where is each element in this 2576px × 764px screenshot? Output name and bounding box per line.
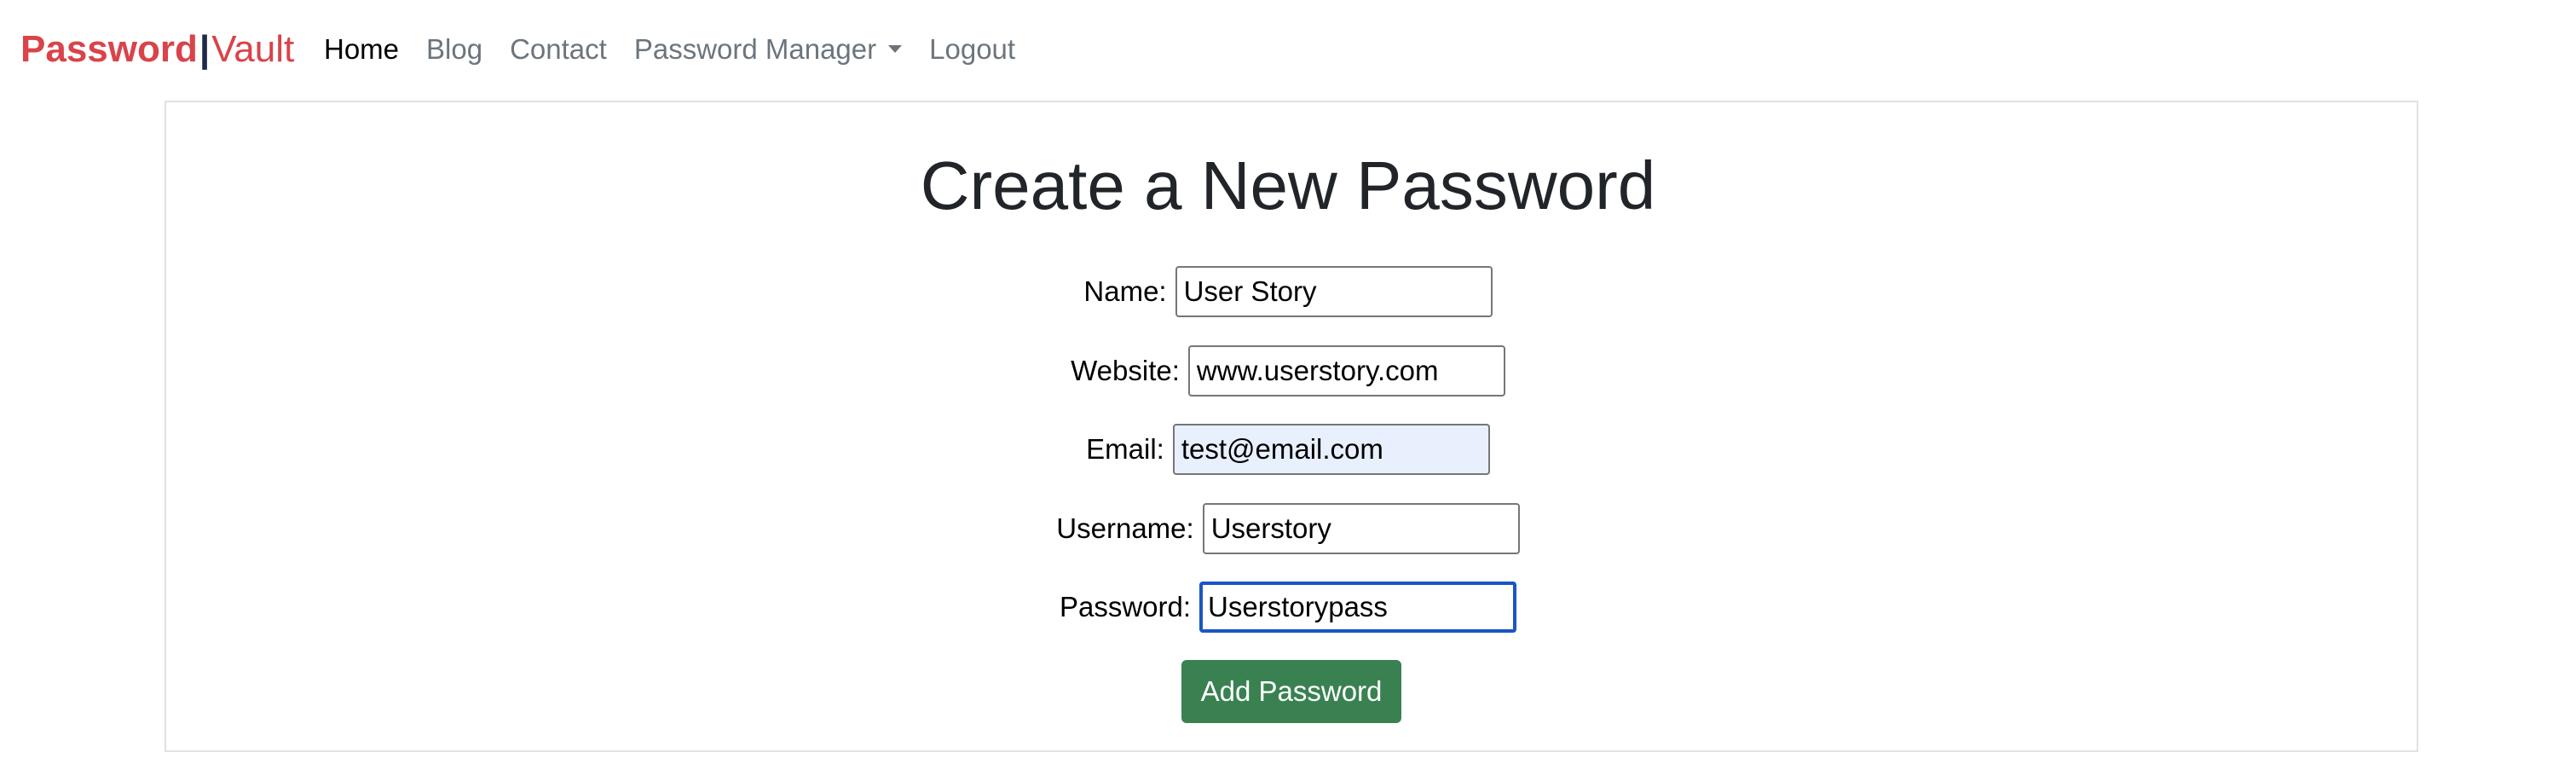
- password-input[interactable]: [1199, 582, 1517, 633]
- name-row: Name:: [0, 266, 2576, 317]
- nav-home-link[interactable]: Home: [324, 27, 399, 72]
- brand-separator: |: [199, 28, 211, 70]
- username-input[interactable]: [1202, 503, 1520, 554]
- username-label: Username:: [1056, 512, 1194, 544]
- nav-logout-link[interactable]: Logout: [929, 27, 1015, 72]
- email-input[interactable]: [1172, 424, 1490, 475]
- nav-password-manager-dropdown[interactable]: Password Manager: [633, 27, 903, 72]
- website-label: Website:: [1071, 355, 1180, 386]
- brand-name-bold: Password: [20, 28, 198, 70]
- website-input[interactable]: [1187, 345, 1505, 396]
- username-row: Username:: [0, 503, 2576, 554]
- email-label: Email:: [1086, 433, 1164, 465]
- brand-logo[interactable]: Password|Vault: [20, 26, 294, 73]
- password-row: Password:: [0, 582, 2576, 633]
- nav-links: Home Blog Contact Password Manager Logou…: [324, 27, 1043, 72]
- name-input[interactable]: [1175, 266, 1493, 317]
- brand-name-light: Vault: [211, 28, 295, 70]
- add-password-button[interactable]: Add Password: [1181, 660, 1401, 723]
- password-manager-label: Password Manager: [633, 33, 877, 65]
- name-label: Name:: [1083, 275, 1167, 307]
- page-title: Create a New Password: [920, 148, 1656, 223]
- chevron-down-icon: [888, 44, 903, 53]
- navbar: Password|Vault Home Blog Contact Passwor…: [0, 0, 2576, 101]
- email-row: Email:: [0, 424, 2576, 475]
- nav-contact-link[interactable]: Contact: [510, 27, 607, 72]
- nav-blog-link[interactable]: Blog: [426, 27, 482, 72]
- website-row: Website:: [0, 345, 2576, 396]
- password-label: Password:: [1059, 591, 1192, 622]
